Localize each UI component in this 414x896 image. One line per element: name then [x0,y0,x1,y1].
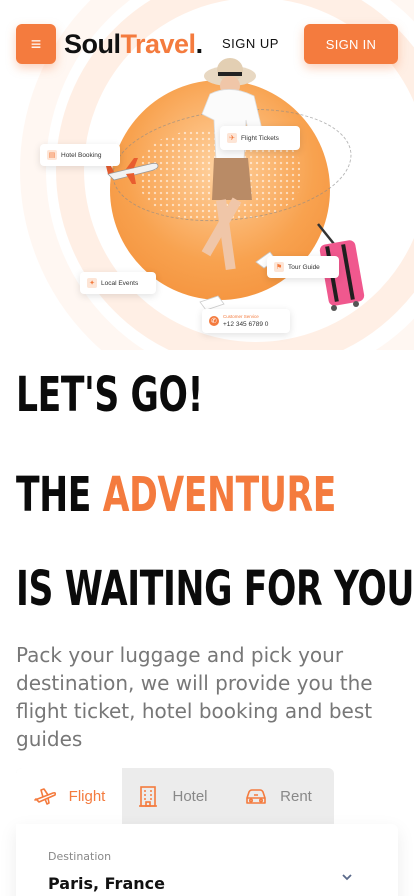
tab-rent[interactable]: Rent [222,768,334,824]
logo-travel: Travel [120,29,197,59]
plane-icon [33,788,56,805]
car-icon [246,789,266,804]
headline-line-2: THE ADVENTURE [16,467,336,523]
tour-guide-card: ⚑ Tour Guide [267,256,339,278]
booking-form: Destination Paris, France [16,824,398,896]
customer-service-phone: +12 345 6789 0 [223,321,269,328]
hero-description: Pack your luggage and pick your destinat… [16,643,373,751]
booking-tabs: Flight Hotel Rent [16,768,334,824]
flag-icon: ⚑ [274,262,284,272]
destination-label: Destination [48,850,112,863]
chevron-down-icon[interactable] [340,870,354,884]
hotel-booking-label: Hotel Booking [61,151,102,159]
tab-flight-label: Flight [68,787,106,805]
tab-hotel-label: Hotel [172,787,208,805]
hotel-icon: ▤ [47,150,57,160]
destination-select[interactable]: Paris, France [48,874,165,893]
ticket-icon: ✈ [227,133,237,143]
brand-logo[interactable]: SoulTravel. [64,29,203,60]
location-icon: ✦ [87,278,97,288]
local-events-card: ✦ Local Events [80,272,156,294]
customer-service-title: Customer Service [223,314,259,319]
local-events-label: Local Events [101,279,139,287]
customer-service-text: Customer Service +12 345 6789 0 [223,313,268,329]
sign-in-button[interactable]: SIGN IN [304,24,398,64]
headline-accent-word: ADVENTURE [102,467,337,523]
headline-line-2-prefix: THE [16,467,103,523]
logo-dot: . [195,29,204,59]
menu-icon: ≡ [30,33,42,54]
top-header: ≡ SoulTravel. SIGN UP SIGN IN [0,0,414,88]
tab-hotel[interactable]: Hotel [122,768,222,824]
logo-soul: Soul [64,29,121,59]
customer-service-card: ✆ Customer Service +12 345 6789 0 [202,309,290,333]
headline-line-3: IS WAITING FOR YOU [16,561,414,617]
headline-line-1: LET'S GO! [16,367,203,423]
phone-icon: ✆ [209,316,219,326]
hamburger-menu-button[interactable]: ≡ [16,24,56,64]
flight-tickets-label: Flight Tickets [241,134,279,142]
traveler-woman-illustration [199,58,277,311]
building-icon [139,786,158,807]
tab-rent-label: Rent [280,787,312,805]
hotel-booking-card: ▤ Hotel Booking [40,144,120,166]
tab-flight[interactable]: Flight [16,768,122,824]
flight-tickets-card: ✈ Flight Tickets [220,126,300,150]
tour-guide-label: Tour Guide [288,263,320,271]
sign-up-link[interactable]: SIGN UP [222,36,279,51]
